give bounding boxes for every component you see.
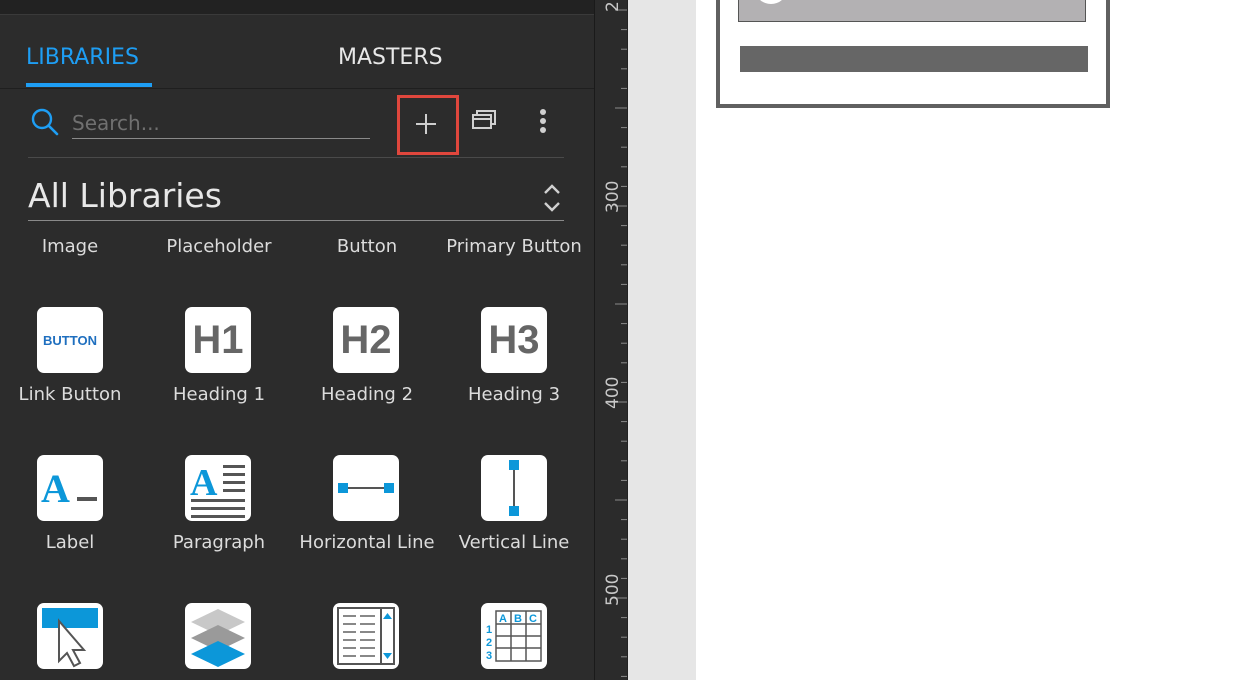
table-header-c: C (529, 613, 537, 625)
vertical-line-icon[interactable] (481, 455, 547, 521)
plus-icon (416, 114, 436, 134)
widget-label-primary-button[interactable]: Primary Button (440, 235, 588, 259)
label-icon-graphic: A (41, 466, 97, 511)
heading-3-icon[interactable]: H3 (481, 307, 547, 373)
table-header-b: B (514, 613, 522, 625)
widget-label-vertical-line[interactable]: Vertical Line (440, 531, 588, 555)
ruler-label-400: 400 (603, 376, 623, 409)
heading-2-icon[interactable]: H2 (333, 307, 399, 373)
widget-library-panel: LIBRARIES MASTERS All Libraries Image Pl… (0, 0, 594, 680)
more-options-icon[interactable] (530, 106, 556, 136)
widget-label-button[interactable]: Button (293, 235, 441, 259)
table-row-1: 1 (486, 624, 492, 636)
heading-1-icon[interactable]: H1 (185, 307, 251, 373)
vertical-ruler[interactable]: 2 300 400 500 (594, 0, 629, 680)
heading-3-icon-text: H3 (488, 317, 540, 362)
library-select[interactable]: All Libraries (28, 172, 564, 221)
dynamic-panel-icon[interactable] (185, 603, 251, 669)
tab-masters[interactable]: MASTERS (338, 44, 443, 72)
svg-text:A: A (190, 462, 218, 504)
label-icon[interactable]: A (37, 455, 103, 521)
open-windows-icon[interactable] (468, 106, 500, 136)
dynamic-panel-icon-graphic (191, 609, 245, 667)
vertical-line-icon-graphic (509, 460, 519, 516)
widget-label-heading-3[interactable]: Heading 3 (440, 383, 588, 407)
panel-top-strip (0, 0, 594, 15)
tab-libraries[interactable]: LIBRARIES (26, 44, 139, 72)
ruler-label-500: 500 (603, 573, 623, 606)
link-button-icon-text: BUTTON (43, 332, 97, 348)
widget-label-image[interactable]: Image (0, 235, 144, 259)
ruler-label-300: 300 (603, 180, 623, 213)
repeater-icon-graphic (337, 607, 395, 665)
svg-text:A: A (41, 466, 70, 511)
library-select-value: All Libraries (28, 176, 222, 215)
horizontal-line-icon[interactable] (333, 455, 399, 521)
widget-label-link-button[interactable]: Link Button (0, 383, 144, 407)
table-row-2: 2 (486, 637, 492, 649)
canvas-margin (628, 0, 696, 680)
horizontal-line-icon-graphic (338, 483, 394, 493)
tabs-divider (0, 88, 594, 89)
widget-label-heading-2[interactable]: Heading 2 (293, 383, 441, 407)
paragraph-icon-graphic: A (190, 462, 245, 518)
hotspot-icon[interactable] (37, 603, 103, 669)
widget-label-paragraph[interactable]: Paragraph (145, 531, 293, 555)
widget-label-placeholder[interactable]: Placeholder (145, 235, 293, 259)
add-library-button[interactable] (397, 95, 459, 155)
chevron-up-down-icon (544, 184, 560, 212)
widget-label-label[interactable]: Label (0, 531, 144, 555)
table-icon[interactable]: A B C 1 2 3 (481, 603, 547, 669)
active-tab-indicator (26, 83, 152, 87)
search-input[interactable] (72, 108, 370, 139)
widget-label-heading-1[interactable]: Heading 1 (145, 383, 293, 407)
canvas-gray-field[interactable] (738, 0, 1086, 22)
ruler-label-200: 2 (603, 1, 623, 12)
link-button-icon[interactable]: BUTTON (37, 307, 103, 373)
search-divider (28, 157, 564, 158)
heading-1-icon-text: H1 (192, 317, 244, 362)
hotspot-icon-graphic (42, 608, 98, 668)
heading-2-icon-text: H2 (340, 317, 392, 362)
table-icon-graphic: A B C 1 2 3 (486, 610, 542, 662)
table-row-3: 3 (486, 650, 492, 662)
canvas-dark-bar[interactable] (740, 46, 1088, 72)
paragraph-icon[interactable]: A (185, 455, 251, 521)
widget-label-horizontal-line[interactable]: Horizontal Line (293, 531, 441, 555)
repeater-icon[interactable] (333, 603, 399, 669)
search-icon (31, 108, 59, 136)
table-header-a: A (499, 613, 507, 625)
